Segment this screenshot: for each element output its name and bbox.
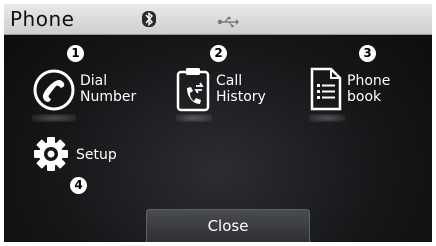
callout-1: 1 bbox=[67, 45, 84, 62]
setup-button[interactable]: Setup bbox=[32, 136, 132, 172]
bluetooth-icon bbox=[142, 11, 156, 27]
phonebook-icon bbox=[309, 66, 343, 116]
call-history-label: Call History bbox=[216, 73, 266, 105]
callout-2: 2 bbox=[210, 45, 227, 62]
dial-number-reflection bbox=[32, 114, 76, 122]
phonebook-button[interactable]: Phone book bbox=[309, 66, 419, 116]
gear-icon bbox=[32, 136, 70, 176]
page-title: Phone bbox=[10, 7, 75, 31]
close-button[interactable]: Close bbox=[146, 209, 310, 242]
callout-3: 3 bbox=[359, 45, 376, 62]
dial-number-button[interactable]: Dial Number bbox=[32, 68, 142, 116]
phonebook-reflection bbox=[309, 114, 345, 122]
setup-label: Setup bbox=[76, 147, 117, 163]
dial-number-label: Dial Number bbox=[80, 73, 137, 105]
phone-handset-icon bbox=[32, 68, 76, 118]
phonebook-label: Phone book bbox=[347, 73, 391, 105]
call-history-button[interactable]: Call History bbox=[176, 68, 286, 116]
callout-4: 4 bbox=[70, 177, 87, 194]
phone-screen: Phone Dial Number 1 Call History 2 Phone… bbox=[4, 4, 432, 242]
usb-icon bbox=[217, 13, 239, 32]
screenshot-frame: Phone Dial Number 1 Call History 2 Phone… bbox=[0, 0, 436, 246]
title-bar: Phone bbox=[4, 4, 432, 35]
call-history-reflection bbox=[176, 114, 212, 122]
call-history-icon bbox=[176, 66, 210, 116]
